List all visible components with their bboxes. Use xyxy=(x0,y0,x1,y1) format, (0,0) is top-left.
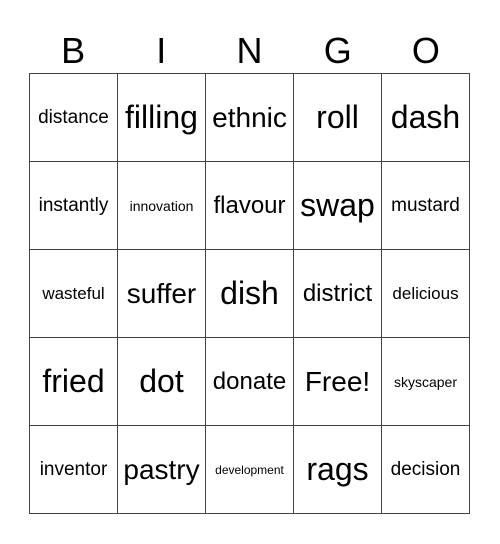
bingo-cell[interactable]: flavour xyxy=(206,162,294,250)
header-letter-i: I xyxy=(156,30,167,71)
bingo-cell[interactable]: distance xyxy=(30,74,118,162)
bingo-cell[interactable]: development xyxy=(206,426,294,514)
bingo-cell[interactable]: donate xyxy=(206,338,294,426)
bingo-cell[interactable]: suffer xyxy=(118,250,206,338)
header-letter-b: B xyxy=(61,30,86,71)
bingo-cell[interactable]: inventor xyxy=(30,426,118,514)
bingo-cell[interactable]: swap xyxy=(294,162,382,250)
bingo-cell[interactable]: fried xyxy=(30,338,118,426)
bingo-cell[interactable]: mustard xyxy=(382,162,470,250)
bingo-cell[interactable]: district xyxy=(294,250,382,338)
bingo-cell[interactable]: skyscaper xyxy=(382,338,470,426)
bingo-cell[interactable]: roll xyxy=(294,74,382,162)
bingo-cell[interactable]: pastry xyxy=(118,426,206,514)
bingo-cell[interactable]: instantly xyxy=(30,162,118,250)
bingo-cell[interactable]: filling xyxy=(118,74,206,162)
bingo-cell[interactable]: dash xyxy=(382,74,470,162)
bingo-cell[interactable]: dish xyxy=(206,250,294,338)
bingo-cell[interactable]: decision xyxy=(382,426,470,514)
header-letter-g: G xyxy=(323,30,352,71)
bingo-header: B I N G O xyxy=(29,28,470,73)
bingo-cell[interactable]: innovation xyxy=(118,162,206,250)
header-letter-o: O xyxy=(411,30,440,71)
bingo-cell[interactable]: rags xyxy=(294,426,382,514)
free-space-cell[interactable]: Free! xyxy=(294,338,382,426)
header-letter-n: N xyxy=(236,30,263,71)
bingo-cell[interactable]: dot xyxy=(118,338,206,426)
bingo-cell[interactable]: delicious xyxy=(382,250,470,338)
bingo-grid: distance filling ethnic roll dash instan… xyxy=(29,73,470,514)
bingo-cell[interactable]: wasteful xyxy=(30,250,118,338)
bingo-cell[interactable]: ethnic xyxy=(206,74,294,162)
